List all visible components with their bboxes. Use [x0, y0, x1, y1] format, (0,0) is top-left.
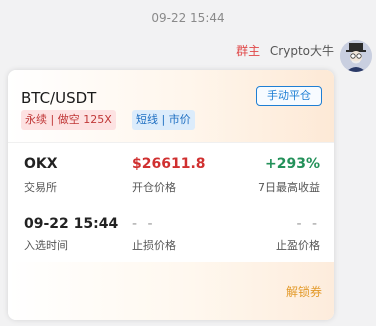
manual-close-button[interactable]: 手动平仓 [256, 86, 322, 106]
open-price-label: 开仓价格 [132, 181, 176, 194]
strategy-tag: 短线 | 市价 [132, 110, 195, 130]
unlock-coupon-link[interactable]: 解锁券 [286, 283, 322, 300]
sender-name: Crypto大牛 [269, 44, 334, 58]
exchange-value: OKX [24, 156, 58, 172]
stop-loss-value: - - [132, 216, 156, 232]
sender-info: 群主 Crypto大牛 [236, 42, 334, 59]
signal-card[interactable]: BTC/USDT 手动平仓 永续 | 做空 125X 短线 | 市价 OKX 交… [8, 70, 334, 320]
max-gain-value: +293% [265, 156, 320, 172]
entry-time-value: 09-22 15:44 [24, 216, 119, 232]
take-profit-label: 止盈价格 [276, 239, 320, 252]
entry-time-label: 入选时间 [24, 239, 68, 252]
contract-tag: 永续 | 做空 125X [21, 110, 116, 130]
divider [8, 142, 334, 143]
stop-loss-label: 止损价格 [132, 239, 176, 252]
max-gain-label: 7日最高收益 [258, 181, 320, 194]
sender-role-badge: 群主 [236, 44, 261, 58]
avatar[interactable] [340, 40, 372, 72]
trading-pair: BTC/USDT [21, 89, 97, 107]
take-profit-value: - - [296, 216, 320, 232]
avatar-icon [340, 40, 372, 72]
open-price-value: $26611.8 [132, 156, 206, 172]
exchange-label: 交易所 [24, 181, 57, 194]
message-timestamp: 09-22 15:44 [151, 11, 225, 25]
